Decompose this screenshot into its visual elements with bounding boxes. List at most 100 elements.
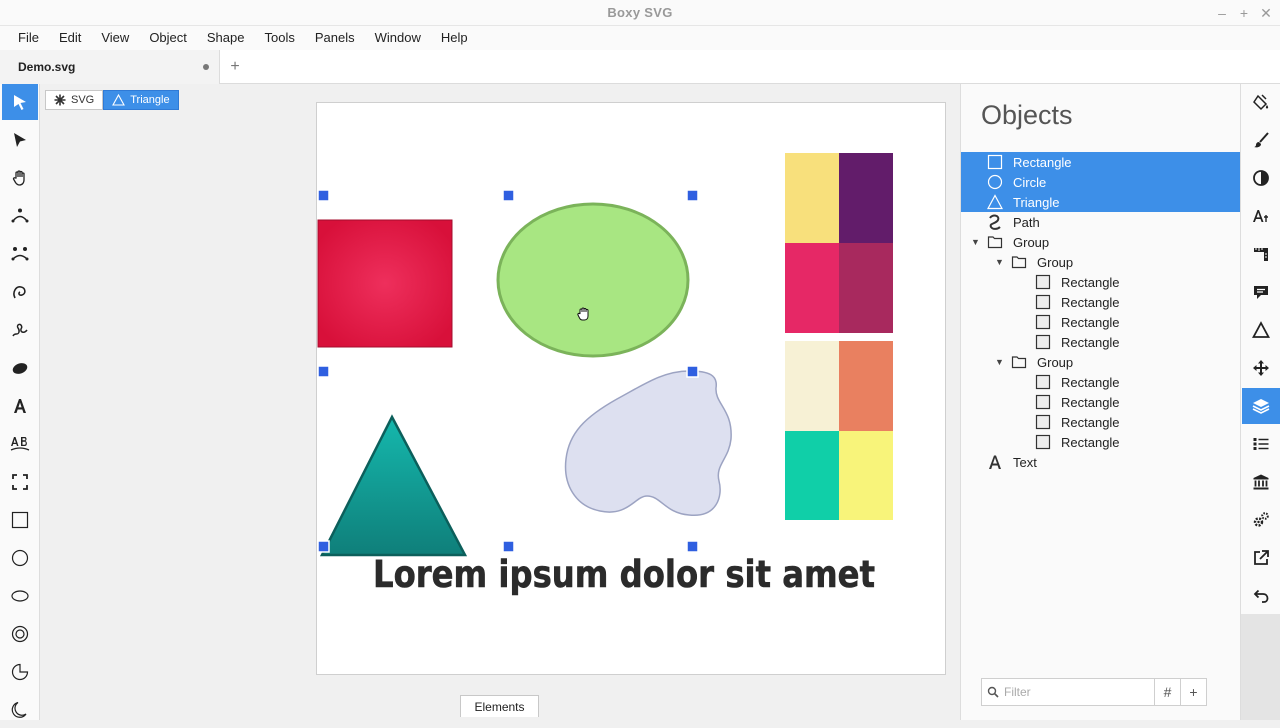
filter-input[interactable]: Filter (1004, 685, 1154, 699)
expand-arrow-icon[interactable]: ▼ (995, 357, 1004, 367)
object-row-rectangle[interactable]: Rectangle (961, 272, 1241, 292)
generators-panel-button[interactable] (1242, 502, 1280, 538)
artboard-svg: Lorem ipsum dolor sit amet (317, 153, 893, 597)
new-tab-button[interactable]: + (226, 55, 244, 79)
resize-handle[interactable] (686, 189, 699, 202)
object-row-path[interactable]: Path (961, 212, 1241, 232)
menu-object[interactable]: Object (139, 26, 197, 50)
resize-handle[interactable] (686, 540, 699, 553)
path-shape[interactable] (564, 370, 732, 516)
library-panel-button[interactable] (1242, 464, 1280, 500)
unsaved-dot-icon[interactable] (203, 64, 209, 70)
minimize-button[interactable]: – (1216, 4, 1228, 22)
history-panel-button[interactable] (1242, 578, 1280, 614)
pie-tool-button[interactable] (2, 654, 38, 690)
comments-panel-button[interactable] (1242, 274, 1280, 310)
menu-edit[interactable]: Edit (49, 26, 91, 50)
ellipse-tool-button[interactable] (2, 578, 38, 614)
object-row-rectangle[interactable]: Rectangle (961, 312, 1241, 332)
swatch-rectangle[interactable] (839, 243, 893, 333)
breadcrumb-triangle[interactable]: Triangle (103, 90, 179, 110)
rect-tool-button[interactable] (2, 502, 38, 538)
menu-panels[interactable]: Panels (305, 26, 365, 50)
pencil-tool-button[interactable] (2, 312, 38, 348)
transform-panel-button[interactable] (1242, 350, 1280, 386)
circle-tool-button[interactable] (2, 540, 38, 576)
lorem-ipsum-text[interactable]: Lorem ipsum dolor sit amet (373, 553, 876, 597)
expand-arrow-icon[interactable]: ▼ (995, 257, 1004, 267)
resize-handle[interactable] (317, 365, 330, 378)
defs-panel-button[interactable] (1242, 426, 1280, 462)
circle-shape[interactable] (496, 202, 690, 358)
breadcrumb-svg[interactable]: SVG (45, 90, 104, 110)
artboard[interactable]: Lorem ipsum dolor sit amet (316, 102, 946, 675)
object-row-rectangle[interactable]: Rectangle (961, 152, 1241, 172)
menu-help[interactable]: Help (431, 26, 478, 50)
menu-view[interactable]: View (91, 26, 139, 50)
object-row-rectangle[interactable]: Rectangle (961, 332, 1241, 352)
object-row-text[interactable]: Text (961, 452, 1241, 472)
objects-panel-button[interactable] (1242, 388, 1280, 424)
swatch-group-bottom[interactable] (785, 341, 893, 520)
swatch-rectangle[interactable] (839, 431, 893, 520)
edit-tool-button[interactable] (2, 122, 38, 158)
canvas-area[interactable]: SVG Triangle Lorem ipsum dolor sit amet … (40, 84, 960, 720)
menu-tools[interactable]: Tools (254, 26, 304, 50)
ring-tool-button[interactable] (2, 616, 38, 652)
tab-demo-svg[interactable]: Demo.svg (0, 50, 220, 84)
swatch-rectangle[interactable] (839, 153, 893, 243)
swatch-rectangle[interactable] (785, 431, 839, 520)
maximize-button[interactable]: + (1238, 4, 1250, 22)
object-row-circle[interactable]: Circle (961, 172, 1241, 192)
resize-handle[interactable] (317, 189, 330, 202)
swatch-rectangle[interactable] (785, 243, 839, 333)
resize-handle[interactable] (502, 189, 515, 202)
elements-button[interactable]: Elements (460, 695, 539, 717)
crop-tool-button[interactable] (2, 464, 38, 500)
text-path-icon (10, 437, 30, 451)
resize-handle[interactable] (317, 540, 330, 553)
swatch-rectangle[interactable] (785, 153, 839, 243)
menu-file[interactable]: File (8, 26, 49, 50)
resize-handle[interactable] (502, 540, 515, 553)
stroke-panel-button[interactable] (1242, 122, 1280, 158)
object-row-rectangle[interactable]: Rectangle (961, 392, 1241, 412)
typography-panel-button[interactable] (1242, 198, 1280, 234)
brush-tool-button[interactable] (2, 350, 38, 386)
transform-tool-button[interactable] (2, 84, 38, 120)
text-path-tool-button[interactable] (2, 426, 38, 462)
object-row-rectangle[interactable]: Rectangle (961, 372, 1241, 392)
smooth-curve-tool-button[interactable] (2, 236, 38, 272)
swatch-rectangle[interactable] (839, 341, 893, 431)
shape-panel-button[interactable] (1242, 312, 1280, 348)
object-row-group[interactable]: ▼ Group (961, 352, 1241, 372)
object-row-group[interactable]: ▼ Group (961, 232, 1241, 252)
object-row-rectangle[interactable]: Rectangle (961, 412, 1241, 432)
resize-handle[interactable] (686, 365, 699, 378)
export-panel-button[interactable] (1242, 540, 1280, 576)
fill-panel-button[interactable] (1242, 84, 1280, 120)
freehand-tool-button[interactable] (2, 274, 38, 310)
menu-shape[interactable]: Shape (197, 26, 255, 50)
hash-button[interactable]: # (1154, 679, 1180, 705)
object-row-rectangle[interactable]: Rectangle (961, 432, 1241, 452)
triangle-shape[interactable] (319, 414, 468, 557)
node-curve-tool-button[interactable] (2, 198, 38, 234)
swatch-rectangle[interactable] (785, 341, 839, 431)
menu-window[interactable]: Window (365, 26, 431, 50)
crescent-icon (11, 701, 27, 718)
geometry-panel-button[interactable] (1242, 236, 1280, 272)
add-button[interactable]: + (1180, 679, 1206, 705)
compositing-panel-button[interactable] (1242, 160, 1280, 196)
object-row-triangle[interactable]: Triangle (961, 192, 1241, 212)
expand-arrow-icon[interactable]: ▼ (971, 237, 980, 247)
pan-tool-button[interactable] (2, 160, 38, 196)
object-row-rectangle[interactable]: Rectangle (961, 292, 1241, 312)
text-tool-button[interactable] (2, 388, 38, 424)
rectangle-shape[interactable] (317, 219, 453, 348)
object-row-group[interactable]: ▼ Group (961, 252, 1241, 272)
crescent-tool-button[interactable] (2, 692, 38, 728)
move-arrows-icon (1253, 360, 1269, 376)
swatch-group-top[interactable] (785, 153, 893, 333)
close-button[interactable]: ✕ (1260, 4, 1272, 22)
